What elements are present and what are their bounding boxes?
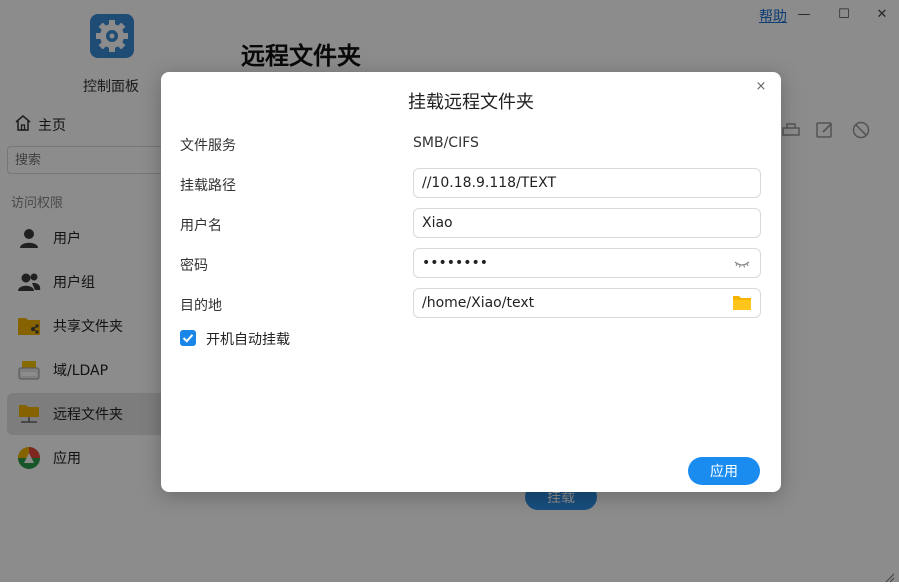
mount-path-field[interactable] bbox=[413, 168, 761, 198]
username-input[interactable] bbox=[414, 209, 722, 237]
mount-path-input[interactable] bbox=[414, 169, 722, 197]
destination-label: 目的地 bbox=[180, 298, 222, 314]
destination-field[interactable] bbox=[413, 288, 761, 318]
folder-icon[interactable] bbox=[732, 294, 752, 312]
password-label: 密码 bbox=[180, 258, 208, 274]
file-service-value: SMB/CIFS bbox=[413, 135, 479, 151]
username-label: 用户名 bbox=[180, 218, 222, 234]
eye-closed-icon[interactable] bbox=[732, 254, 752, 272]
file-service-label: 文件服务 bbox=[180, 138, 236, 154]
password-field[interactable] bbox=[413, 248, 761, 278]
dialog-title: 挂载远程文件夹 bbox=[408, 92, 534, 113]
auto-mount-checkbox[interactable] bbox=[180, 330, 196, 346]
mount-remote-folder-dialog: 挂载远程文件夹 × 文件服务 SMB/CIFS 挂载路径 用户名 密码 目的地 … bbox=[161, 72, 781, 492]
auto-mount-label[interactable]: 开机自动挂载 bbox=[206, 329, 290, 349]
checkmark-icon bbox=[182, 334, 194, 343]
username-field[interactable] bbox=[413, 208, 761, 238]
dialog-close-button[interactable]: × bbox=[753, 78, 769, 94]
apply-button[interactable]: 应用 bbox=[688, 457, 760, 485]
password-input[interactable] bbox=[414, 249, 722, 277]
destination-input[interactable] bbox=[414, 289, 722, 317]
mount-path-label: 挂载路径 bbox=[180, 178, 236, 194]
